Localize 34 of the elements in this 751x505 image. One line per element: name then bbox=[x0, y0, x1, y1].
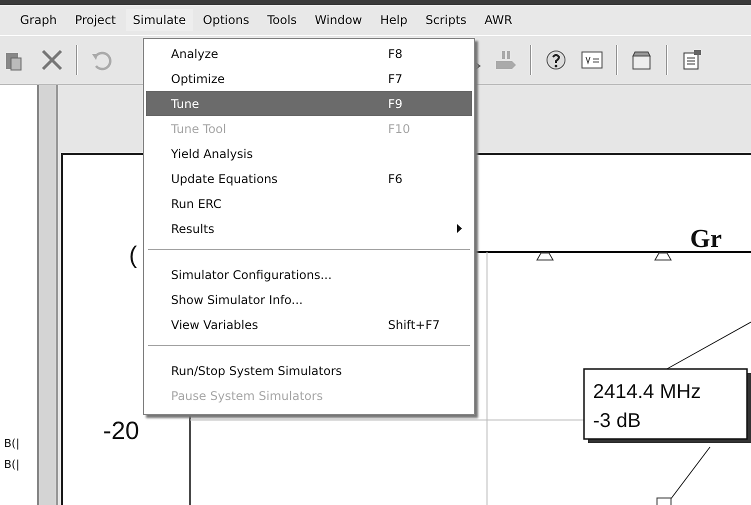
menu-item[interactable]: Run ERC bbox=[146, 191, 472, 216]
marker-triangle bbox=[654, 252, 672, 260]
menu-item[interactable]: Show Simulator Info... bbox=[146, 287, 472, 312]
menu-item[interactable]: View Variables Shift+F7 bbox=[146, 312, 472, 337]
menu-item[interactable]: Yield Analysis bbox=[146, 141, 472, 166]
trace-label: B(| bbox=[4, 458, 21, 471]
menu-bar-item[interactable]: Simulate bbox=[126, 9, 193, 31]
trace-label: B(| bbox=[4, 437, 21, 450]
y-axis-tick: -20 bbox=[103, 417, 140, 445]
menu-bar-item[interactable]: Window bbox=[306, 8, 370, 32]
trace-line bbox=[670, 446, 710, 500]
menu-item[interactable]: Analyze F8 bbox=[146, 41, 472, 66]
graph-title: Gr bbox=[690, 224, 722, 253]
delete-icon[interactable] bbox=[40, 48, 64, 72]
menu-bar-item[interactable]: Project bbox=[66, 8, 124, 32]
menu-bar-item[interactable]: Help bbox=[372, 8, 416, 32]
menu-bar-item[interactable]: Graph bbox=[12, 8, 65, 32]
menu-bar-item[interactable]: Scripts bbox=[417, 8, 475, 32]
menu-bar-item[interactable]: AWR bbox=[476, 8, 520, 32]
menu-bar-item[interactable]: Options bbox=[194, 8, 258, 32]
menu-item[interactable]: Run/Stop System Simulators bbox=[146, 358, 472, 383]
help-icon[interactable] bbox=[544, 48, 568, 72]
marker-frequency: 2414.4 MHz bbox=[593, 381, 701, 403]
menu-bar-item[interactable]: Tools bbox=[259, 8, 305, 32]
menu-item[interactable]: Simulator Configurations... bbox=[146, 262, 472, 287]
menu-item[interactable]: Update Equations F6 bbox=[146, 166, 472, 191]
submenu-arrow-icon bbox=[457, 224, 462, 233]
marker-value: -3 dB bbox=[593, 410, 641, 432]
panel-splitter[interactable] bbox=[36, 85, 58, 505]
menu-item[interactable]: Results bbox=[146, 216, 472, 241]
marker-triangle bbox=[536, 252, 554, 260]
y-axis-label: ( bbox=[129, 242, 137, 269]
menu-item[interactable]: Tune F9 bbox=[146, 91, 472, 116]
menu-item[interactable]: Optimize F7 bbox=[146, 66, 472, 91]
